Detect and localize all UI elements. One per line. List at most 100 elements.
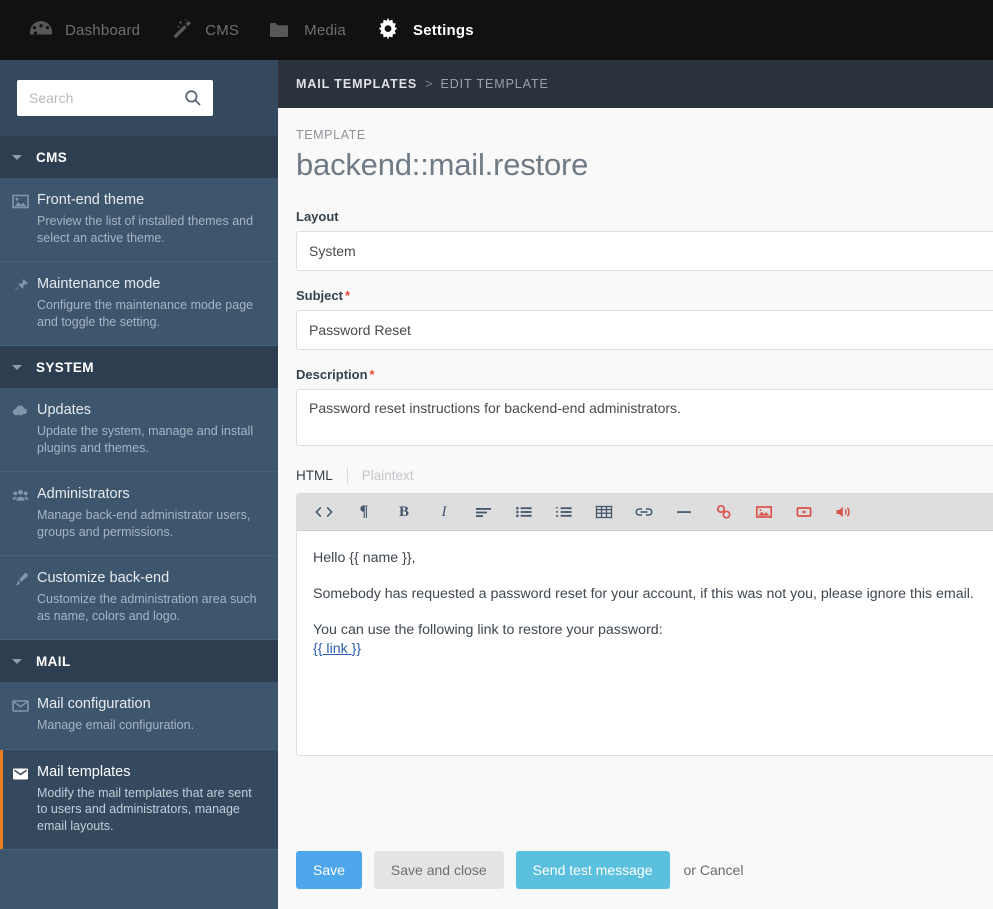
envelope-filled-icon — [12, 765, 29, 787]
template-kicker: TEMPLATE — [296, 128, 993, 142]
nav-item-cms[interactable]: CMS — [154, 0, 253, 60]
search-input[interactable] — [17, 89, 167, 107]
sidebar-section-title-mail: MAIL — [36, 654, 71, 669]
sidebar-item-label: Mail templates — [37, 764, 258, 780]
sidebar-item-description: Modify the mail templates that are sent … — [37, 785, 258, 835]
field-layout: Layout — [296, 209, 993, 271]
sidebar-section-cms[interactable]: CMS — [0, 136, 278, 178]
template-form: TEMPLATE backend::mail.restore Layout Su… — [278, 108, 993, 889]
sidebar-section-title-cms: CMS — [36, 150, 67, 165]
sidebar-item-mail-templates[interactable]: Mail templates Modify the mail templates… — [0, 750, 278, 851]
sidebar-item-label: Administrators — [37, 486, 258, 502]
editor-restore-link[interactable]: {{ link }} — [313, 641, 361, 657]
sidebar-search-wrap — [0, 60, 278, 136]
sidebar-item-customize-back-end[interactable]: Customize back-end Customize the adminis… — [0, 556, 278, 640]
code-icon[interactable] — [304, 494, 344, 530]
sidebar-item-description: Manage back-end administrator users, gro… — [37, 507, 258, 540]
sidebar-item-mail-configuration[interactable]: Mail configuration Manage email configur… — [0, 682, 278, 750]
nav-label-settings: Settings — [413, 22, 474, 39]
nav-item-media[interactable]: Media — [253, 0, 360, 60]
editor-toolbar: ¶ B I — [297, 494, 993, 531]
or-text: or Cancel — [684, 862, 744, 878]
breadcrumb: MAIL TEMPLATES > EDIT TEMPLATE — [278, 60, 993, 108]
chevron-down-icon — [12, 659, 22, 664]
gear-icon — [374, 16, 402, 44]
bold-icon[interactable]: B — [384, 494, 424, 530]
sidebar-item-description: Manage email configuration. — [37, 717, 258, 734]
sidebar-item-front-end-theme[interactable]: Front-end theme Preview the list of inst… — [0, 178, 278, 262]
breadcrumb-current: EDIT TEMPLATE — [440, 77, 548, 91]
sidebar-section-title-system: SYSTEM — [36, 360, 94, 375]
numbered-list-icon[interactable] — [544, 494, 584, 530]
envelope-outline-icon — [12, 697, 29, 719]
tab-plaintext[interactable]: Plaintext — [348, 468, 428, 483]
search-box[interactable] — [17, 80, 213, 116]
form-actions: Save Save and close Send test message or… — [296, 851, 993, 889]
sidebar: CMS Front-end theme Preview the list of … — [0, 60, 278, 909]
sidebar-item-label: Mail configuration — [37, 696, 258, 712]
required-marker: * — [345, 288, 350, 303]
description-label-text: Description — [296, 367, 368, 382]
magic-wand-icon — [168, 17, 194, 43]
italic-icon[interactable]: I — [424, 494, 464, 530]
editor-content[interactable]: Hello {{ name }}, Somebody has requested… — [297, 531, 993, 755]
audio-icon[interactable] — [824, 494, 864, 530]
dashboard-icon — [28, 17, 54, 43]
image-icon[interactable] — [744, 494, 784, 530]
description-textarea[interactable] — [296, 389, 993, 446]
editor-paragraph-body: Somebody has requested a password reset … — [313, 585, 993, 604]
align-left-icon[interactable] — [464, 494, 504, 530]
sidebar-item-label: Customize back-end — [37, 570, 258, 586]
broken-link-icon[interactable] — [704, 494, 744, 530]
chevron-down-icon — [12, 155, 22, 160]
horizontal-rule-icon[interactable] — [664, 494, 704, 530]
subject-input[interactable] — [296, 310, 993, 350]
subject-label-text: Subject — [296, 288, 343, 303]
editor-paragraph-greeting: Hello {{ name }}, — [313, 549, 993, 568]
breadcrumb-separator: > — [425, 77, 432, 91]
or-label: or — [684, 862, 696, 878]
save-and-close-button[interactable]: Save and close — [374, 851, 504, 889]
nav-item-dashboard[interactable]: Dashboard — [14, 0, 154, 60]
editor-paragraph-instruction: You can use the following link to restor… — [313, 621, 993, 640]
sidebar-item-updates[interactable]: Updates Update the system, manage and in… — [0, 388, 278, 472]
image-icon — [12, 193, 29, 215]
sidebar-item-maintenance-mode[interactable]: Maintenance mode Configure the maintenan… — [0, 262, 278, 346]
sidebar-section-system[interactable]: SYSTEM — [0, 346, 278, 388]
nav-item-settings[interactable]: Settings — [360, 0, 488, 60]
layout-select[interactable] — [296, 231, 993, 271]
sidebar-item-label: Front-end theme — [37, 192, 258, 208]
sidebar-section-mail[interactable]: MAIL — [0, 640, 278, 682]
link-icon[interactable] — [624, 494, 664, 530]
bullet-list-icon[interactable] — [504, 494, 544, 530]
field-description: Description* — [296, 367, 993, 446]
cloud-download-icon — [12, 403, 29, 425]
sidebar-item-description: Configure the maintenance mode page and … — [37, 297, 258, 330]
description-label: Description* — [296, 367, 993, 382]
paintbrush-icon — [12, 571, 29, 593]
save-button[interactable]: Save — [296, 851, 362, 889]
sidebar-item-description: Update the system, manage and install pl… — [37, 423, 258, 456]
tab-html[interactable]: HTML — [296, 468, 347, 483]
cancel-link[interactable]: Cancel — [700, 862, 744, 878]
search-icon[interactable] — [184, 89, 202, 112]
page-title: backend::mail.restore — [296, 147, 993, 183]
nav-label-cms: CMS — [205, 22, 239, 39]
paragraph-icon[interactable]: ¶ — [344, 494, 384, 530]
table-icon[interactable] — [584, 494, 624, 530]
sidebar-item-label: Updates — [37, 402, 258, 418]
subject-label: Subject* — [296, 288, 993, 303]
send-test-message-button[interactable]: Send test message — [516, 851, 670, 889]
nav-label-dashboard: Dashboard — [65, 22, 140, 39]
top-navigation: Dashboard CMS Media — [0, 0, 993, 60]
video-icon[interactable] — [784, 494, 824, 530]
users-icon — [12, 487, 29, 509]
sidebar-item-administrators[interactable]: Administrators Manage back-end administr… — [0, 472, 278, 556]
content-type-tabs: HTML Plaintext — [296, 467, 993, 484]
folder-icon — [267, 17, 293, 43]
sidebar-item-description: Preview the list of installed themes and… — [37, 213, 258, 246]
sidebar-item-description: Customize the administration area such a… — [37, 591, 258, 624]
breadcrumb-parent-link[interactable]: MAIL TEMPLATES — [296, 77, 417, 91]
main-content: MAIL TEMPLATES > EDIT TEMPLATE TEMPLATE … — [278, 60, 993, 909]
field-subject: Subject* — [296, 288, 993, 350]
